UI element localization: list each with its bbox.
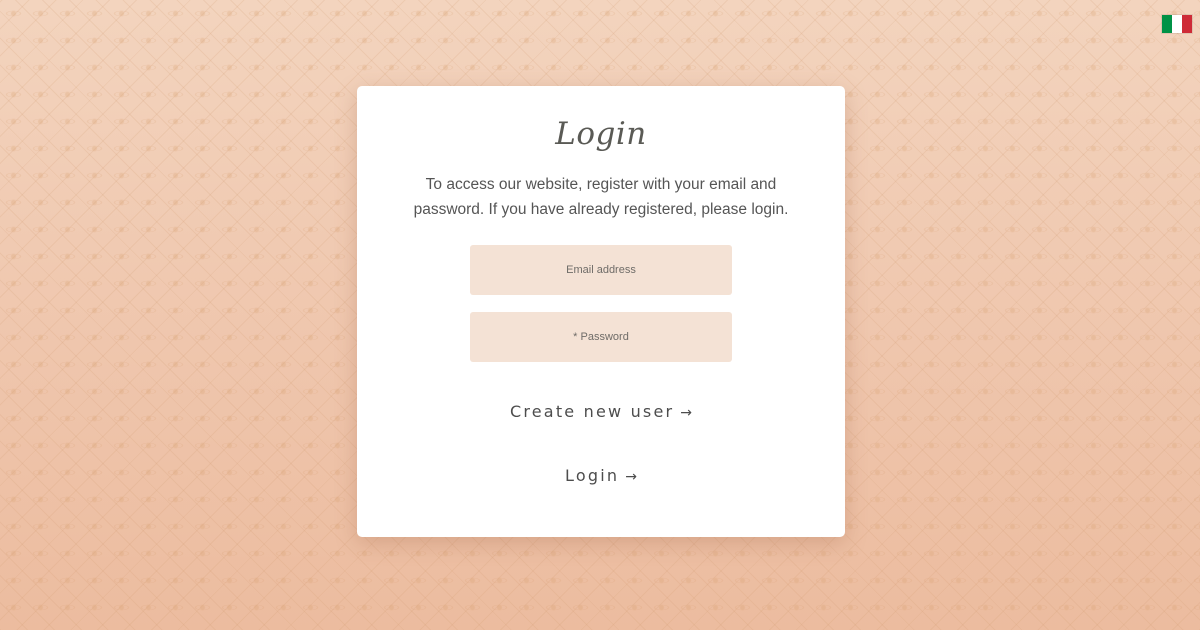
arrow-right-icon: →: [680, 405, 693, 421]
card-title: Login: [555, 116, 647, 152]
login-button[interactable]: Login →: [565, 466, 637, 485]
create-user-button[interactable]: Create new user →: [510, 402, 692, 421]
create-user-label: Create new user: [509, 402, 675, 421]
italian-flag-icon[interactable]: [1162, 15, 1192, 33]
arrow-right-icon: →: [625, 469, 637, 485]
flag-stripe-red: [1182, 15, 1192, 33]
login-label: Login: [565, 466, 620, 485]
card-description: To access our website, register with you…: [413, 176, 789, 218]
flag-stripe-white: [1172, 15, 1182, 33]
password-field[interactable]: [470, 312, 732, 362]
email-field[interactable]: [470, 245, 732, 295]
login-card: Login To access our website, register wi…: [357, 86, 845, 537]
flag-stripe-green: [1162, 15, 1172, 33]
